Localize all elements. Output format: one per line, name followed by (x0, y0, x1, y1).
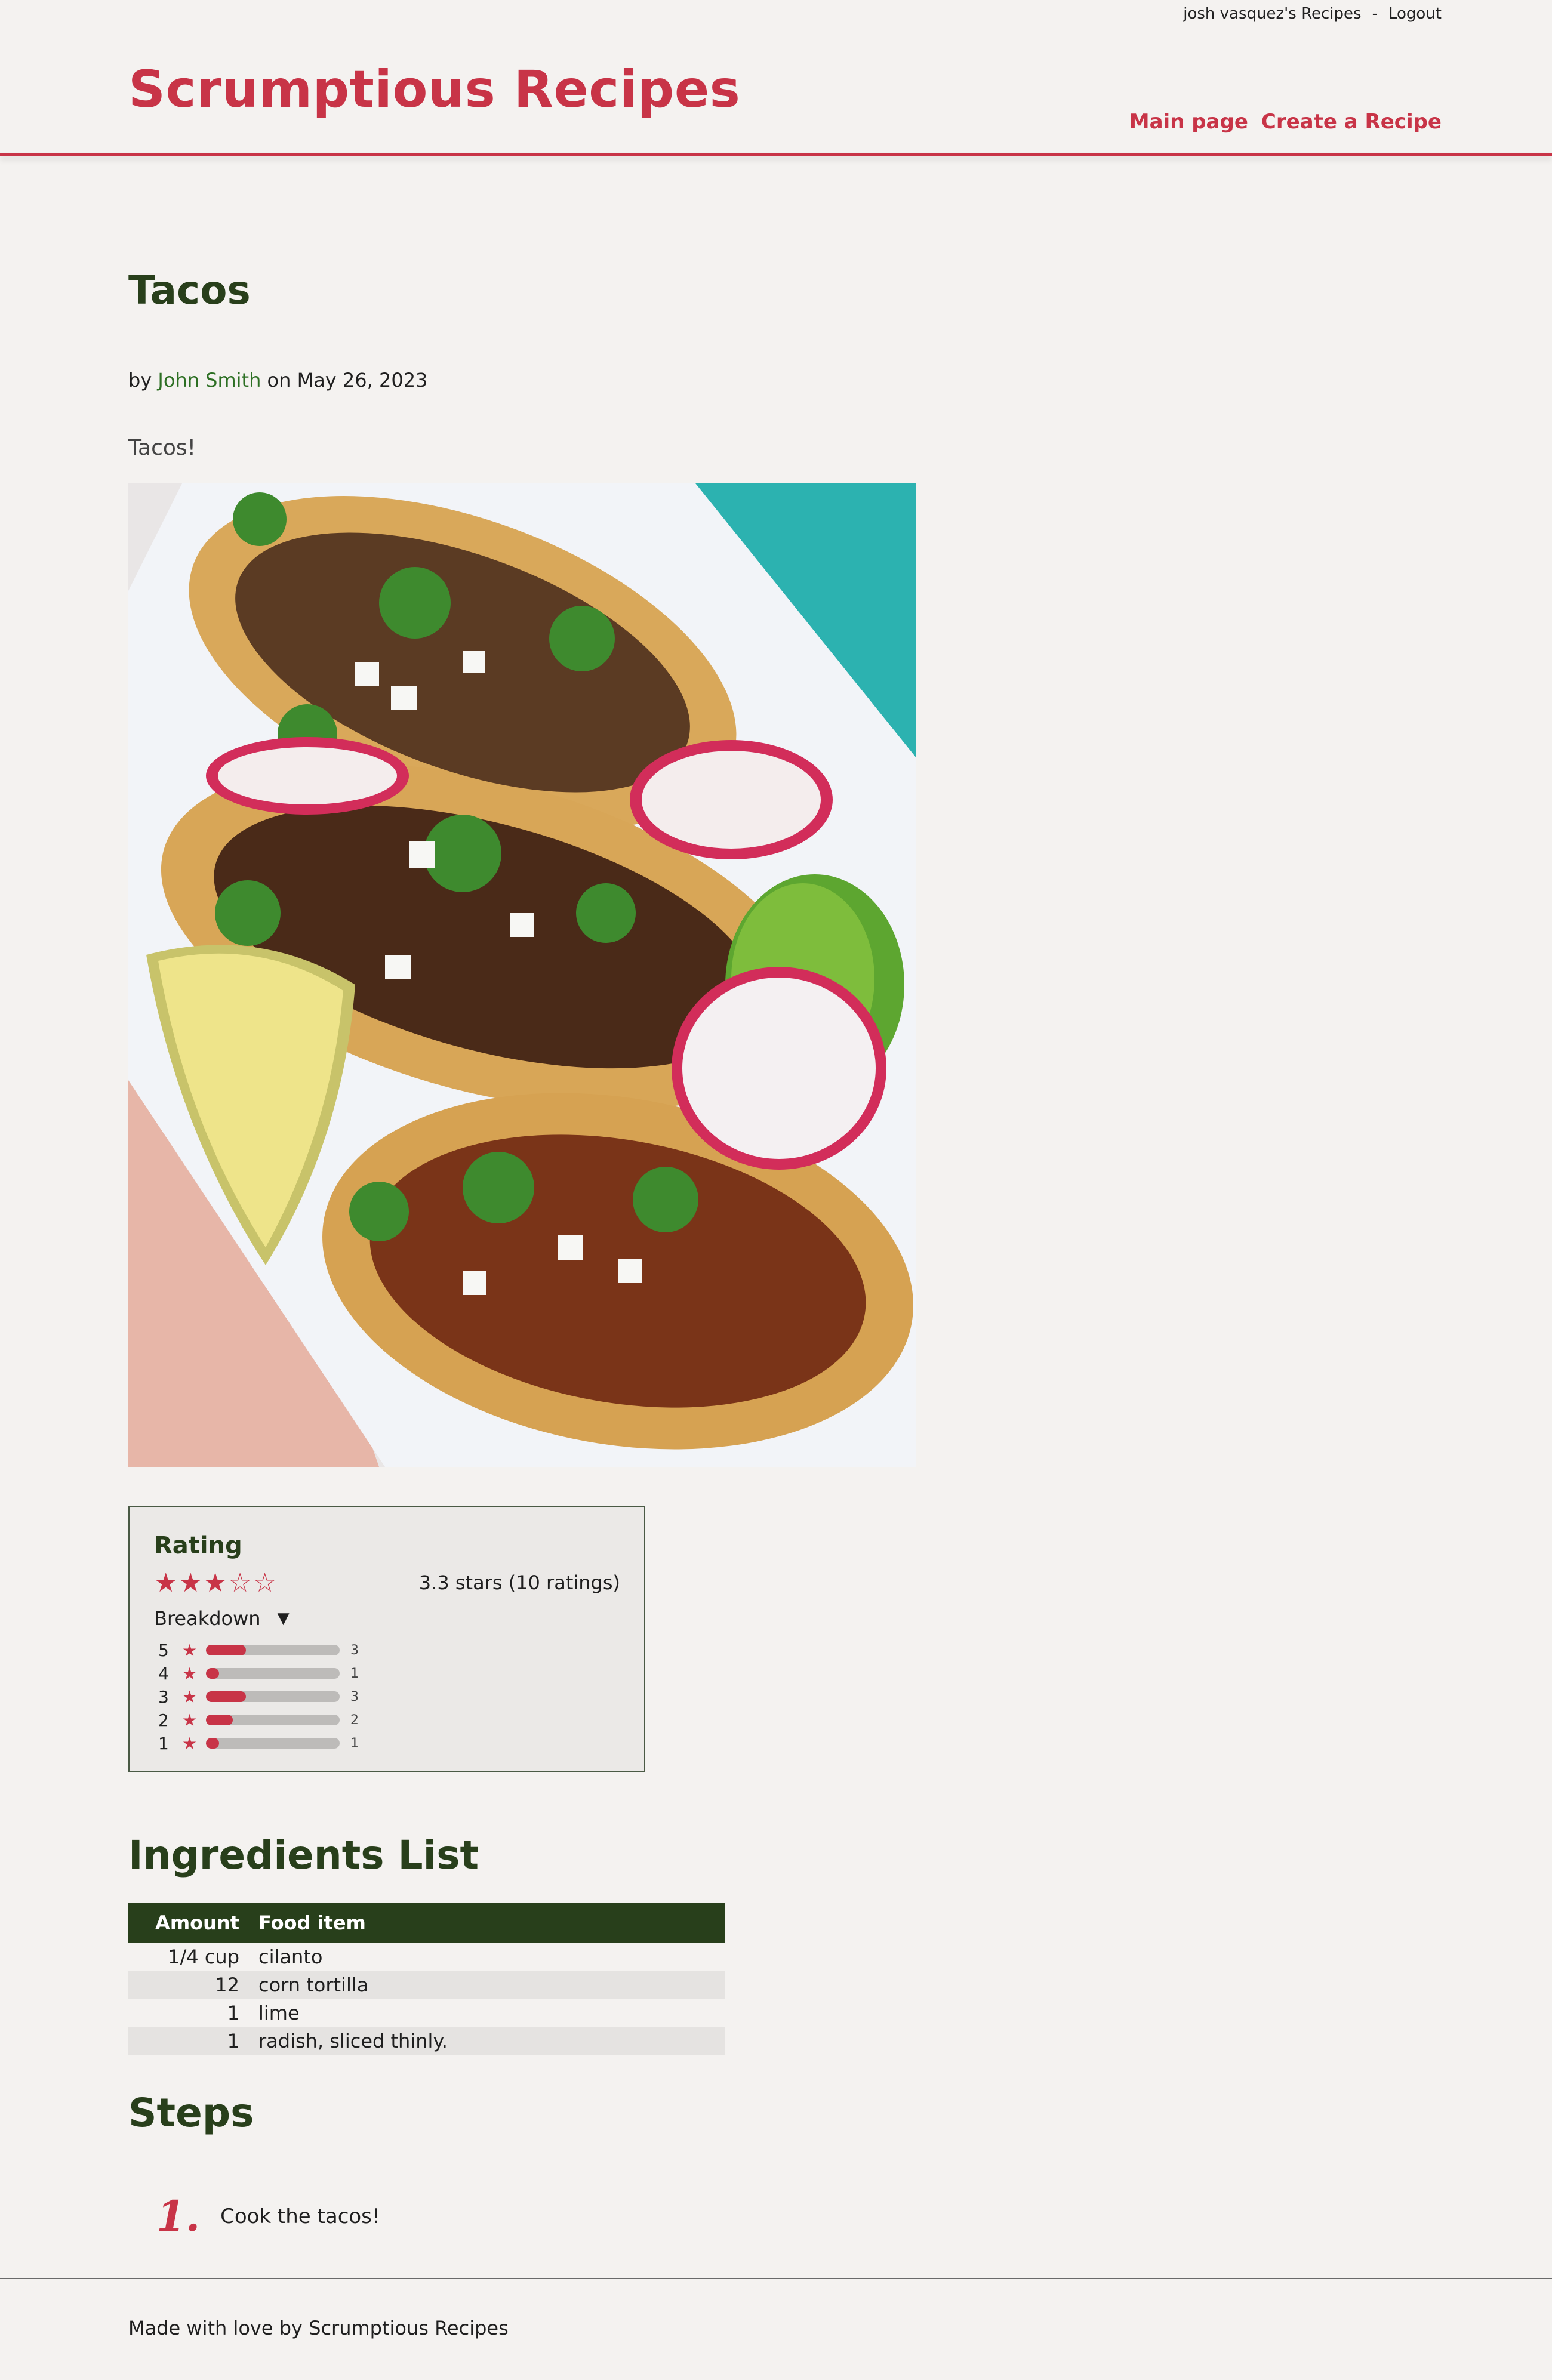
ingredient-row: 12 corn tortilla (128, 1971, 725, 1999)
breakdown-star-level: 1 (158, 1733, 169, 1753)
byline-prefix: by (128, 369, 152, 391)
breakdown-star-level: 5 (158, 1640, 169, 1660)
ingredient-food-item: radish, sliced thinly. (249, 2027, 725, 2055)
star-filled-icon[interactable]: ★ (178, 1570, 202, 1596)
steps-heading: Steps (128, 2090, 254, 2136)
breakdown-row: 4 ★ 1 (158, 1663, 359, 1684)
breakdown-bar (206, 1691, 340, 1702)
breakdown-bar-fill (206, 1738, 220, 1749)
account-bar: josh vasquez's Recipes - Logout (1183, 5, 1442, 23)
footer-text: Made with love by Scrumptious Recipes (128, 2317, 509, 2339)
breakdown-toggle[interactable]: Breakdown ▼ (154, 1607, 290, 1630)
breakdown-row: 3 ★ 3 (158, 1686, 359, 1707)
recipe-title: Tacos (128, 267, 251, 313)
my-recipes-link[interactable]: josh vasquez's Recipes (1183, 5, 1361, 23)
ingredient-amount: 1 (227, 2001, 239, 2024)
ingredient-amount: 1/4 cup (168, 1945, 239, 1968)
author-link[interactable]: John Smith (158, 369, 261, 391)
step-item: 1. Cook the tacos! (156, 2191, 380, 2241)
breakdown-row: 2 ★ 2 (158, 1709, 359, 1731)
ingredients-heading: Ingredients List (128, 1832, 479, 1878)
star-icon: ★ (182, 1687, 198, 1707)
star-filled-icon[interactable]: ★ (204, 1570, 227, 1596)
rating-heading: Rating (154, 1532, 242, 1559)
breakdown-row: 5 ★ 3 (158, 1639, 359, 1661)
star-filled-icon[interactable]: ★ (154, 1570, 177, 1596)
nav-create-recipe[interactable]: Create a Recipe (1261, 110, 1442, 134)
rating-stars[interactable]: ★ ★ ★ ☆ ☆ (154, 1570, 276, 1596)
breakdown-count: 3 (350, 1689, 359, 1704)
ingredient-row: 1 radish, sliced thinly. (128, 2027, 725, 2055)
rating-panel: Rating ★ ★ ★ ☆ ☆ 3.3 stars (10 ratings) Brea… (128, 1506, 645, 1772)
ingredient-food-item: cilanto (258, 1945, 323, 1968)
recipe-description: Tacos! (128, 436, 196, 460)
column-header-amount: Amount (128, 1903, 249, 1943)
footer-divider (0, 2278, 1552, 2279)
breakdown-count: 3 (350, 1642, 359, 1658)
recipe-date: May 26, 2023 (297, 369, 428, 391)
ingredients-table: Amount Food item 1/4 cup cilanto 12 corn to… (128, 1903, 725, 2055)
ingredient-amount: 12 (128, 1971, 249, 1999)
account-separator: - (1372, 5, 1378, 23)
step-text: Cook the tacos! (220, 2204, 380, 2228)
breakdown-bar-fill (206, 1715, 233, 1725)
breakdown-star-level: 4 (158, 1663, 169, 1684)
breakdown-bar-fill (206, 1645, 247, 1655)
breakdown-bar (206, 1645, 340, 1655)
breakdown-count: 1 (350, 1735, 359, 1751)
column-header-food-item: Food item (249, 1903, 725, 1943)
tacos-photo-illustration (128, 483, 916, 1467)
main-nav: Main page Create a Recipe (1129, 110, 1442, 134)
breakdown-bar-fill (206, 1668, 220, 1679)
ingredients-header-row: Amount Food item (128, 1903, 725, 1943)
byline-date-prefix: on (267, 369, 291, 391)
recipe-photo (128, 483, 916, 1467)
nav-main-page[interactable]: Main page (1129, 110, 1248, 134)
logout-link[interactable]: Logout (1388, 5, 1442, 23)
triangle-down-icon: ▼ (277, 1610, 290, 1627)
header-divider (0, 153, 1552, 156)
ingredient-food-item: corn tortilla (249, 1971, 725, 1999)
ingredient-row: 1/4 cup cilanto (128, 1943, 725, 1971)
star-icon: ★ (182, 1640, 198, 1660)
ingredient-amount: 1 (128, 2027, 249, 2055)
ingredient-food-item: lime (258, 2001, 300, 2024)
recipe-byline: by John Smith on May 26, 2023 (128, 369, 427, 391)
rating-summary: 3.3 stars (10 ratings) (418, 1571, 620, 1594)
breakdown-bar (206, 1738, 340, 1749)
site-title[interactable]: Scrumptious Recipes (128, 60, 740, 119)
breakdown-label: Breakdown (154, 1607, 261, 1630)
breakdown-count: 1 (350, 1666, 359, 1681)
breakdown-star-level: 3 (158, 1687, 169, 1707)
breakdown-bar (206, 1668, 340, 1679)
star-outline-icon[interactable]: ☆ (228, 1570, 251, 1596)
breakdown-count: 2 (350, 1712, 359, 1728)
breakdown-bar-fill (206, 1691, 247, 1702)
star-outline-icon[interactable]: ☆ (253, 1570, 276, 1596)
step-number: 1. (156, 2191, 201, 2241)
breakdown-bar (206, 1715, 340, 1725)
breakdown-row: 1 ★ 1 (158, 1732, 359, 1754)
star-icon: ★ (182, 1733, 198, 1753)
ingredient-row: 1 lime (128, 1999, 725, 2027)
star-icon: ★ (182, 1663, 198, 1684)
star-icon: ★ (182, 1710, 198, 1730)
breakdown-star-level: 2 (158, 1710, 169, 1730)
